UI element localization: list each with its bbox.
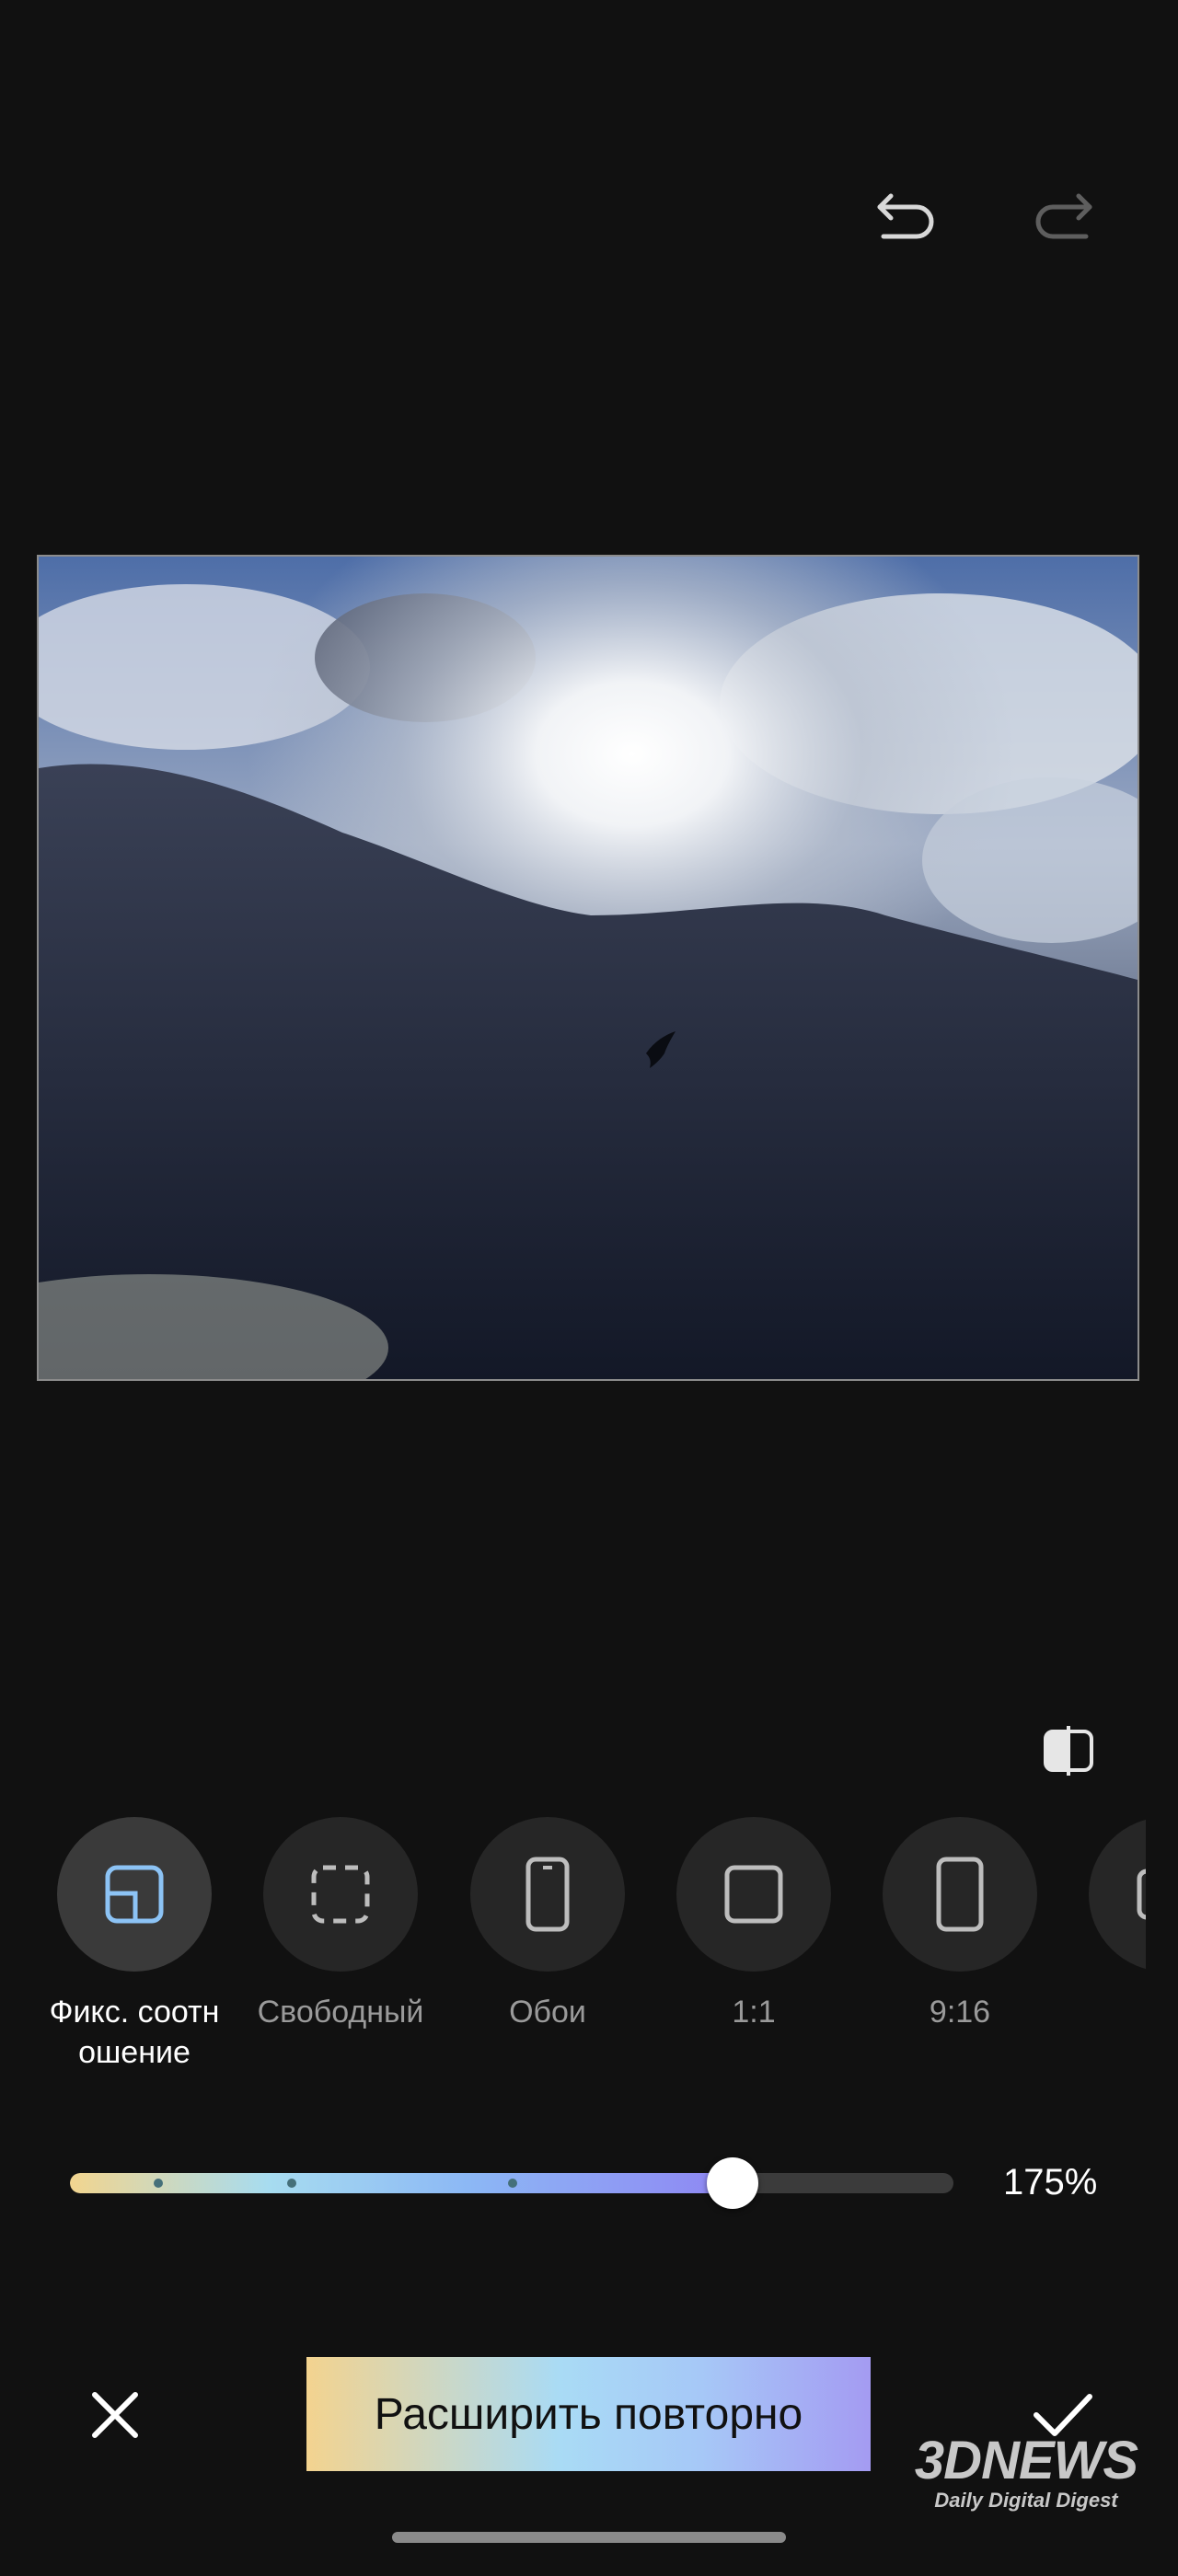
phone-wallpaper-icon	[525, 1857, 570, 1932]
ratio-option-label: 1:1	[732, 1995, 776, 2030]
square-icon	[724, 1865, 783, 1924]
zoom-slider-fill	[70, 2173, 733, 2193]
ratio-option-button[interactable]	[263, 1817, 418, 1972]
zoom-value-label: 175%	[1003, 2162, 1098, 2202]
undo-icon	[877, 193, 934, 239]
zoom-slider-thumb[interactable]	[707, 2157, 758, 2209]
free-crop-icon	[311, 1865, 370, 1924]
ratio-option-button[interactable]	[883, 1817, 1037, 1972]
ratio-option-wallpaper[interactable]: Обои	[456, 1817, 640, 2032]
cancel-button[interactable]	[74, 2374, 156, 2456]
ratio-option-label: Обои	[509, 1995, 586, 2030]
ratio-option-9-16[interactable]: 9:16	[868, 1817, 1052, 2032]
ratio-option-label: Фикс. соотн ошение	[49, 1995, 220, 2070]
sky-photo-image	[39, 557, 1138, 1379]
undo-button[interactable]	[865, 175, 948, 258]
ratio-option-1-1[interactable]: 1:1	[662, 1817, 846, 2032]
portrait-rect-icon	[936, 1857, 984, 1932]
slider-tick-dot	[508, 2179, 517, 2188]
compare-icon	[1044, 1726, 1093, 1776]
watermark-logo: 3DNEWS Daily Digital Digest	[911, 2433, 1141, 2513]
redo-icon	[1035, 193, 1092, 239]
ratio-option-button[interactable]	[57, 1817, 212, 1972]
watermark-brand: 3DNEWS	[914, 2431, 1138, 2490]
compare-button[interactable]	[1029, 1711, 1108, 1790]
aspect-ratio-options: Фикс. соотн ошение Свободный Обои 1:1 9:…	[0, 1817, 1146, 2093]
close-icon	[92, 2392, 138, 2438]
ratio-option-button[interactable]	[1089, 1817, 1146, 1972]
expand-again-button[interactable]: Расширить повторно	[306, 2357, 871, 2471]
ratio-option-label: 9:16	[929, 1995, 991, 2030]
ratio-option-label: Свободный	[257, 1995, 424, 2030]
ratio-option-fixed[interactable]: Фикс. соотн ошение	[42, 1817, 226, 2073]
fixed-ratio-icon	[105, 1865, 164, 1924]
ratio-option-button[interactable]	[470, 1817, 625, 1972]
photo-canvas[interactable]	[37, 555, 1139, 1381]
slider-tick-dot	[154, 2179, 163, 2188]
home-indicator[interactable]	[392, 2532, 786, 2543]
ratio-option-button[interactable]	[676, 1817, 831, 1972]
ratio-option-free[interactable]: Свободный	[248, 1817, 433, 2032]
ratio-option-partial[interactable]: 1	[1074, 1817, 1146, 2032]
redo-button[interactable]	[1022, 175, 1104, 258]
slider-tick-dot	[287, 2179, 296, 2188]
watermark-tagline: Daily Digital Digest	[934, 2489, 1118, 2512]
ratio-option-label: 1	[1060, 1992, 1146, 2032]
rect-icon	[1137, 1869, 1146, 1920]
